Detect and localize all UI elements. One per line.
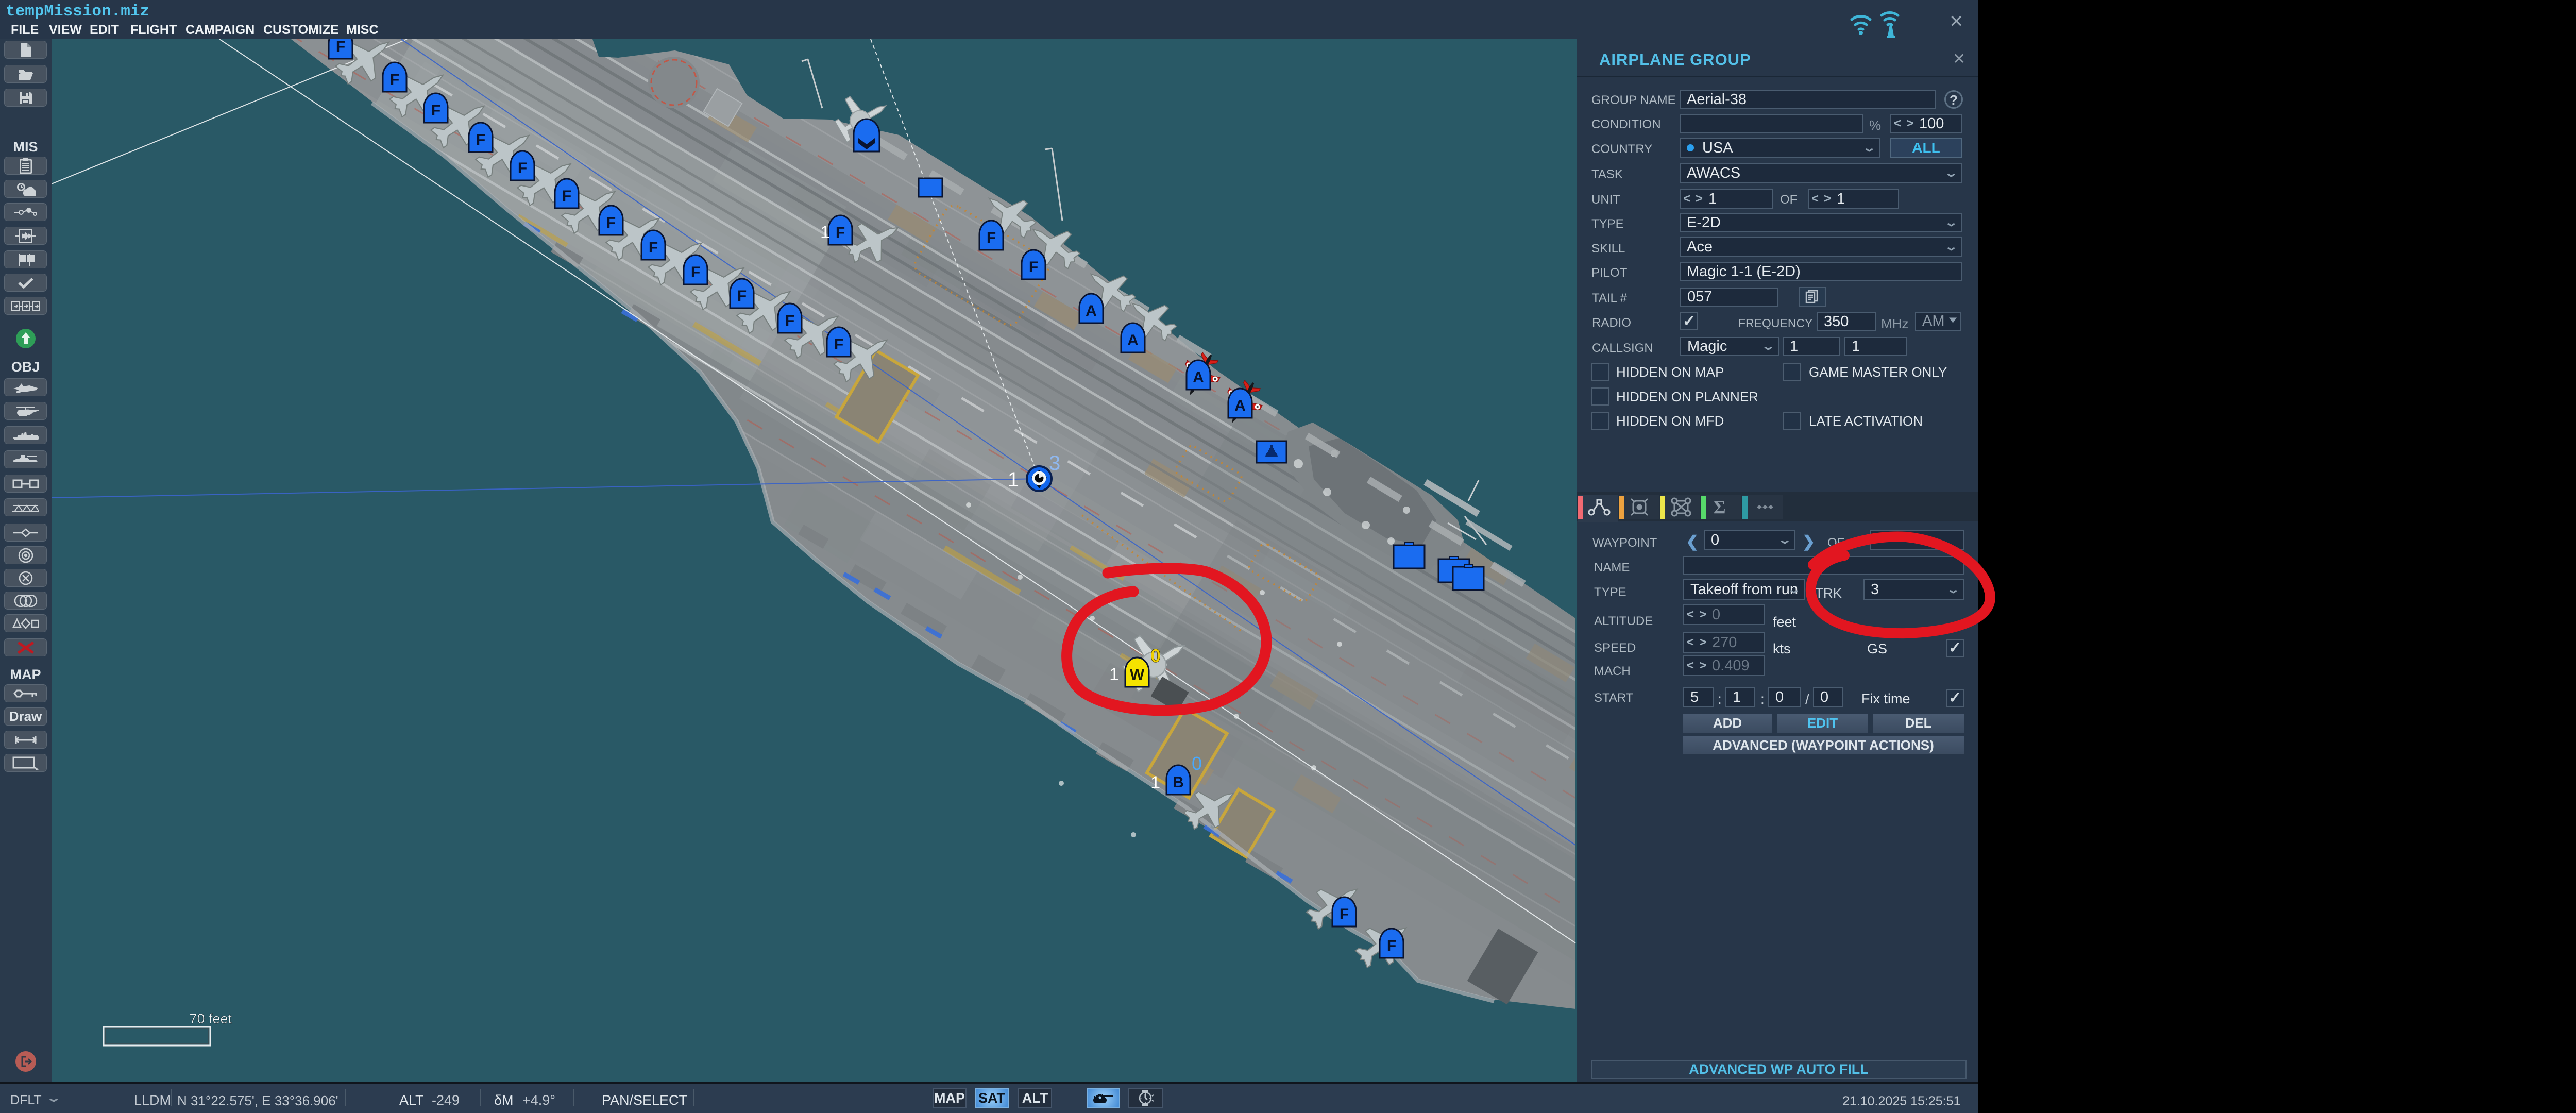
svg-text:A: A <box>1086 302 1097 319</box>
svg-text:F: F <box>691 264 700 281</box>
svg-text:F: F <box>336 39 345 55</box>
svg-text:F: F <box>737 288 747 305</box>
svg-text:0: 0 <box>1150 645 1161 666</box>
svg-text:F: F <box>518 160 527 177</box>
svg-text:1: 1 <box>1150 773 1160 792</box>
svg-text:W: W <box>1130 666 1145 683</box>
svg-text:F: F <box>987 229 996 246</box>
svg-text:F: F <box>431 102 440 119</box>
svg-text:B: B <box>1173 774 1184 791</box>
svg-text:F: F <box>476 131 485 148</box>
svg-text:A: A <box>1193 369 1204 386</box>
svg-text:F: F <box>562 188 571 205</box>
svg-text:F: F <box>606 214 616 231</box>
svg-text:F: F <box>785 312 794 329</box>
svg-text:3: 3 <box>1049 452 1060 475</box>
svg-text:1: 1 <box>820 223 830 242</box>
svg-text:0: 0 <box>1192 753 1202 774</box>
svg-text:70 feet: 70 feet <box>189 1011 232 1026</box>
svg-text:F: F <box>1387 937 1396 954</box>
svg-text:F: F <box>1340 906 1349 923</box>
svg-text:1: 1 <box>1008 468 1019 491</box>
svg-text:1: 1 <box>1109 665 1119 684</box>
svg-text:A: A <box>1127 332 1139 349</box>
svg-text:Σ: Σ <box>1714 497 1726 517</box>
svg-text:F: F <box>390 71 399 88</box>
svg-text:F: F <box>836 224 845 241</box>
svg-text:F: F <box>834 336 843 353</box>
svg-text:F: F <box>1029 259 1038 276</box>
svg-text:F: F <box>649 239 658 256</box>
svg-text:A: A <box>1234 397 1246 414</box>
